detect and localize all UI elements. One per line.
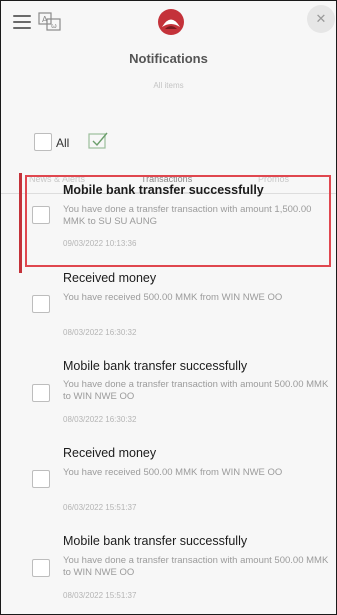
translate-icon[interactable]: A ω bbox=[38, 12, 62, 32]
item-checkbox[interactable] bbox=[32, 470, 50, 488]
item-title: Received money bbox=[63, 271, 157, 285]
close-button[interactable]: ✕ bbox=[307, 5, 335, 33]
svg-text:A: A bbox=[42, 15, 48, 24]
item-description: You have done a transfer transaction wit… bbox=[63, 555, 329, 578]
mark-read-icon[interactable] bbox=[87, 131, 109, 151]
item-description: You have done a transfer transaction wit… bbox=[63, 379, 329, 402]
item-checkbox[interactable] bbox=[32, 559, 50, 577]
item-description: You have done a transfer transaction wit… bbox=[63, 204, 312, 227]
item-timestamp: 06/03/2022 15:51:37 bbox=[63, 503, 137, 512]
bank-logo-icon bbox=[157, 8, 185, 36]
item-description: You have received 500.00 MMK from WIN NW… bbox=[63, 292, 283, 303]
item-description: You have received 500.00 MMK from WIN NW… bbox=[63, 467, 283, 478]
item-title: Received money bbox=[63, 446, 157, 460]
item-title: Mobile bank transfer successfully bbox=[63, 534, 248, 548]
item-checkbox[interactable] bbox=[32, 384, 50, 402]
page-title: Notifications bbox=[129, 51, 208, 66]
item-timestamp: 08/03/2022 15:51:37 bbox=[63, 591, 137, 600]
select-all-checkbox[interactable] bbox=[34, 133, 52, 151]
app-frame: A ω ✕ Notifications All items All News &… bbox=[0, 0, 337, 615]
item-checkbox[interactable] bbox=[32, 206, 50, 224]
item-checkbox[interactable] bbox=[32, 295, 50, 313]
menu-icon[interactable] bbox=[13, 15, 31, 29]
header: A ω ✕ Notifications All items bbox=[1, 1, 336, 105]
close-icon: ✕ bbox=[315, 11, 327, 26]
select-all-label: All bbox=[56, 136, 70, 150]
scroll-indicator bbox=[19, 173, 22, 273]
page-subtitle: All items bbox=[153, 81, 184, 90]
item-timestamp: 08/03/2022 16:30:32 bbox=[63, 415, 137, 424]
item-timestamp: 08/03/2022 16:30:32 bbox=[63, 328, 137, 337]
select-row: All bbox=[1, 131, 336, 157]
svg-text:ω: ω bbox=[51, 22, 57, 30]
item-title: Mobile bank transfer successfully bbox=[63, 359, 248, 373]
item-timestamp: 09/03/2022 10:13:36 bbox=[63, 239, 137, 248]
item-title: Mobile bank transfer successfully bbox=[63, 183, 264, 197]
